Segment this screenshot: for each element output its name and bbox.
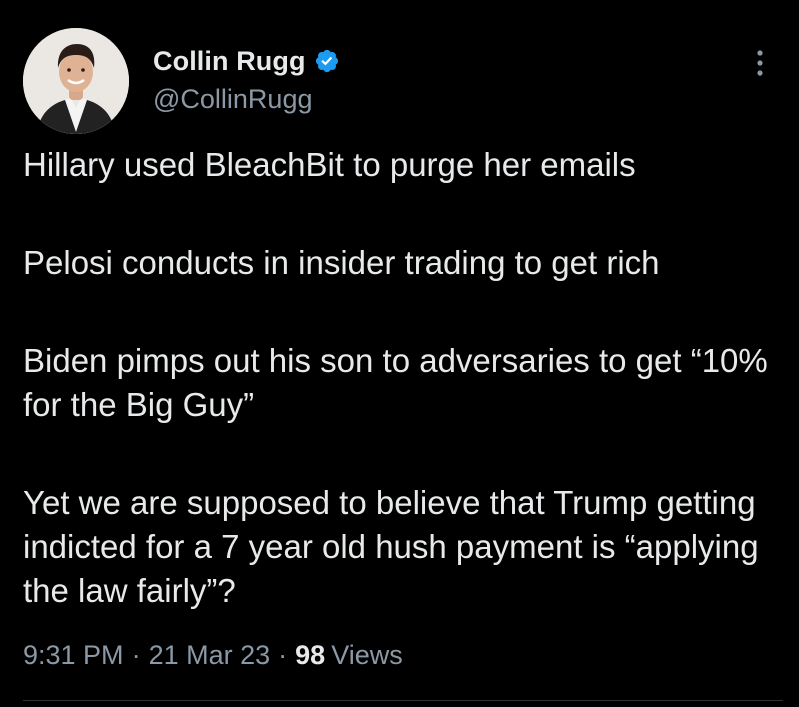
tweet-meta: 9:31 PM · 21 Mar 23 · 98 Views [23, 640, 403, 671]
divider [23, 700, 783, 701]
display-name[interactable]: Collin Rugg [153, 46, 306, 77]
tweet-text: Hillary used BleachBit to purge her emai… [23, 143, 783, 667]
avatar[interactable] [23, 28, 129, 134]
tweet: Collin Rugg @CollinRugg Hillary used Ble… [0, 0, 799, 707]
author-names: Collin Rugg @CollinRugg [153, 44, 340, 115]
verified-badge-icon [315, 49, 338, 73]
tweet-paragraph: Yet we are supposed to believe that Trum… [23, 484, 759, 609]
views-count: 98 [295, 640, 326, 670]
avatar-image [23, 28, 129, 134]
tweet-paragraph: Pelosi conducts in insider trading to ge… [23, 244, 660, 281]
display-name-row: Collin Rugg [153, 44, 340, 78]
views-label: Views [331, 640, 403, 670]
author-handle[interactable]: @CollinRugg [153, 84, 340, 115]
tweet-header: Collin Rugg @CollinRugg [23, 28, 783, 138]
meta-separator: · [278, 640, 288, 670]
tweet-paragraph: Biden pimps out his son to adversaries t… [23, 342, 768, 423]
tweet-time[interactable]: 9:31 PM [23, 640, 124, 671]
tweet-paragraph: Hillary used BleachBit to purge her emai… [23, 146, 636, 183]
meta-separator: · [131, 640, 141, 670]
more-vertical-icon[interactable] [755, 48, 765, 78]
tweet-date[interactable]: 21 Mar 23 [149, 640, 271, 671]
